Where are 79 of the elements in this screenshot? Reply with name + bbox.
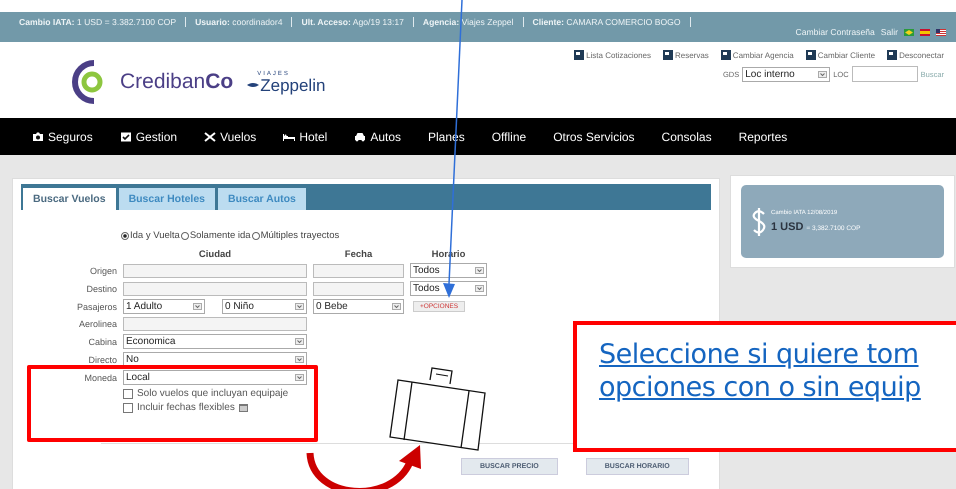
- header-link[interactable]: Cambiar Cliente: [806, 50, 876, 60]
- field-label: Moneda: [83, 372, 117, 382]
- time-select[interactable]: Todos: [410, 263, 487, 278]
- info-text: Agencia: Viajes Zeppel: [414, 17, 524, 27]
- nav-item[interactable]: Offline: [492, 130, 526, 144]
- airline-input[interactable]: [123, 317, 307, 331]
- date-input[interactable]: [313, 282, 404, 296]
- loc-input[interactable]: [852, 66, 918, 82]
- dropdown[interactable]: Local: [123, 370, 307, 385]
- children-select[interactable]: 0 Niño: [222, 299, 307, 314]
- callout-text: opciones con o sin equip: [599, 372, 922, 403]
- tab[interactable]: Buscar Vuelos: [23, 188, 116, 210]
- flag-icon[interactable]: [936, 28, 946, 36]
- dropdown-caret-icon: [475, 285, 484, 292]
- dropdown-caret-icon: [193, 303, 202, 310]
- dropdown-caret-icon: [295, 303, 304, 310]
- date-input[interactable]: [313, 264, 404, 278]
- checkbox-label[interactable]: Incluir fechas flexibles: [137, 402, 235, 413]
- document-icon: [720, 50, 731, 60]
- radio-label[interactable]: Ida y Vuelta: [130, 230, 180, 241]
- column-header: Fecha: [344, 249, 374, 260]
- info-text: Usuario: coordinador4: [186, 17, 292, 27]
- bed-icon: [283, 132, 296, 142]
- radio-button[interactable]: [252, 232, 260, 240]
- dropdown-caret-icon: [818, 70, 828, 78]
- document-icon: [887, 50, 898, 60]
- callout-text: Seleccione si quiere tom: [599, 339, 920, 370]
- field-label: Aerolinea: [78, 319, 117, 329]
- field-label: Pasajeros: [76, 302, 117, 312]
- radio-label[interactable]: Solamente ida: [190, 230, 251, 241]
- header-link[interactable]: Cambiar Agencia: [720, 50, 794, 60]
- camera-icon: [32, 132, 44, 142]
- dropdown-caret-icon: [295, 338, 304, 345]
- info-text: Ult. Acceso: Ago/19 13:17: [292, 17, 414, 27]
- column-header: Ciudad: [198, 249, 232, 260]
- document-icon: [574, 50, 584, 60]
- nav-item[interactable]: Hotel: [283, 130, 328, 144]
- nav-item[interactable]: Gestion: [120, 130, 178, 144]
- checkbox-icon: [120, 132, 132, 142]
- radio-button[interactable]: [180, 232, 189, 240]
- partner-name: Zeppelin: [260, 76, 326, 94]
- document-icon: [663, 50, 673, 60]
- field-label: Origen: [88, 266, 117, 276]
- city-input[interactable]: [123, 264, 307, 278]
- city-input[interactable]: [123, 282, 307, 296]
- dropdown-caret-icon: [295, 356, 304, 363]
- car-icon: [354, 132, 366, 142]
- rate-amount: 1 USD: [771, 221, 804, 233]
- gds-select[interactable]: Loc interno: [742, 66, 830, 82]
- radio-button[interactable]: [121, 232, 129, 240]
- field-label: Directo: [87, 354, 117, 364]
- header-link[interactable]: Desconectar: [887, 50, 944, 60]
- nav-item[interactable]: Reportes: [738, 130, 788, 144]
- dropdown[interactable]: Economica: [123, 334, 307, 349]
- info-text: Cliente: CAMARA COMERCIO BOGO: [524, 17, 691, 27]
- nav-item[interactable]: Consolas: [662, 130, 712, 144]
- header-link[interactable]: Reservas: [663, 50, 709, 60]
- field-label: Cabina: [87, 336, 117, 346]
- info-text: Cambio IATA: 1 USD = 3.382.7100 COP: [10, 17, 186, 27]
- field-label: Destino: [85, 284, 117, 294]
- infants-select[interactable]: 0 Bebe: [313, 299, 404, 314]
- checkbox[interactable]: [123, 388, 133, 398]
- checkbox[interactable]: [123, 402, 133, 412]
- dropdown-caret-icon: [392, 303, 401, 310]
- document-icon: [806, 50, 816, 60]
- checkbox-label[interactable]: Solo vuelos que incluyan equipaje: [137, 388, 288, 399]
- header-link[interactable]: Lista Cotizaciones: [574, 50, 651, 60]
- calendar-icon[interactable]: [238, 403, 248, 412]
- nav-item[interactable]: Autos: [354, 130, 402, 144]
- brand-name: CredibanCo: [120, 70, 234, 94]
- dropdown-caret-icon: [475, 267, 484, 274]
- nav-item[interactable]: Otros Servicios: [553, 130, 635, 144]
- time-select[interactable]: Todos: [410, 281, 487, 296]
- radio-label[interactable]: Múltiples trayectos: [260, 230, 340, 241]
- dropdown-caret-icon: [295, 374, 304, 381]
- nav-item[interactable]: Seguros: [32, 130, 93, 144]
- adults-select[interactable]: 1 Adulto: [123, 299, 205, 314]
- nav-item[interactable]: Vuelos: [204, 130, 256, 144]
- zeppelin-icon: [247, 81, 260, 89]
